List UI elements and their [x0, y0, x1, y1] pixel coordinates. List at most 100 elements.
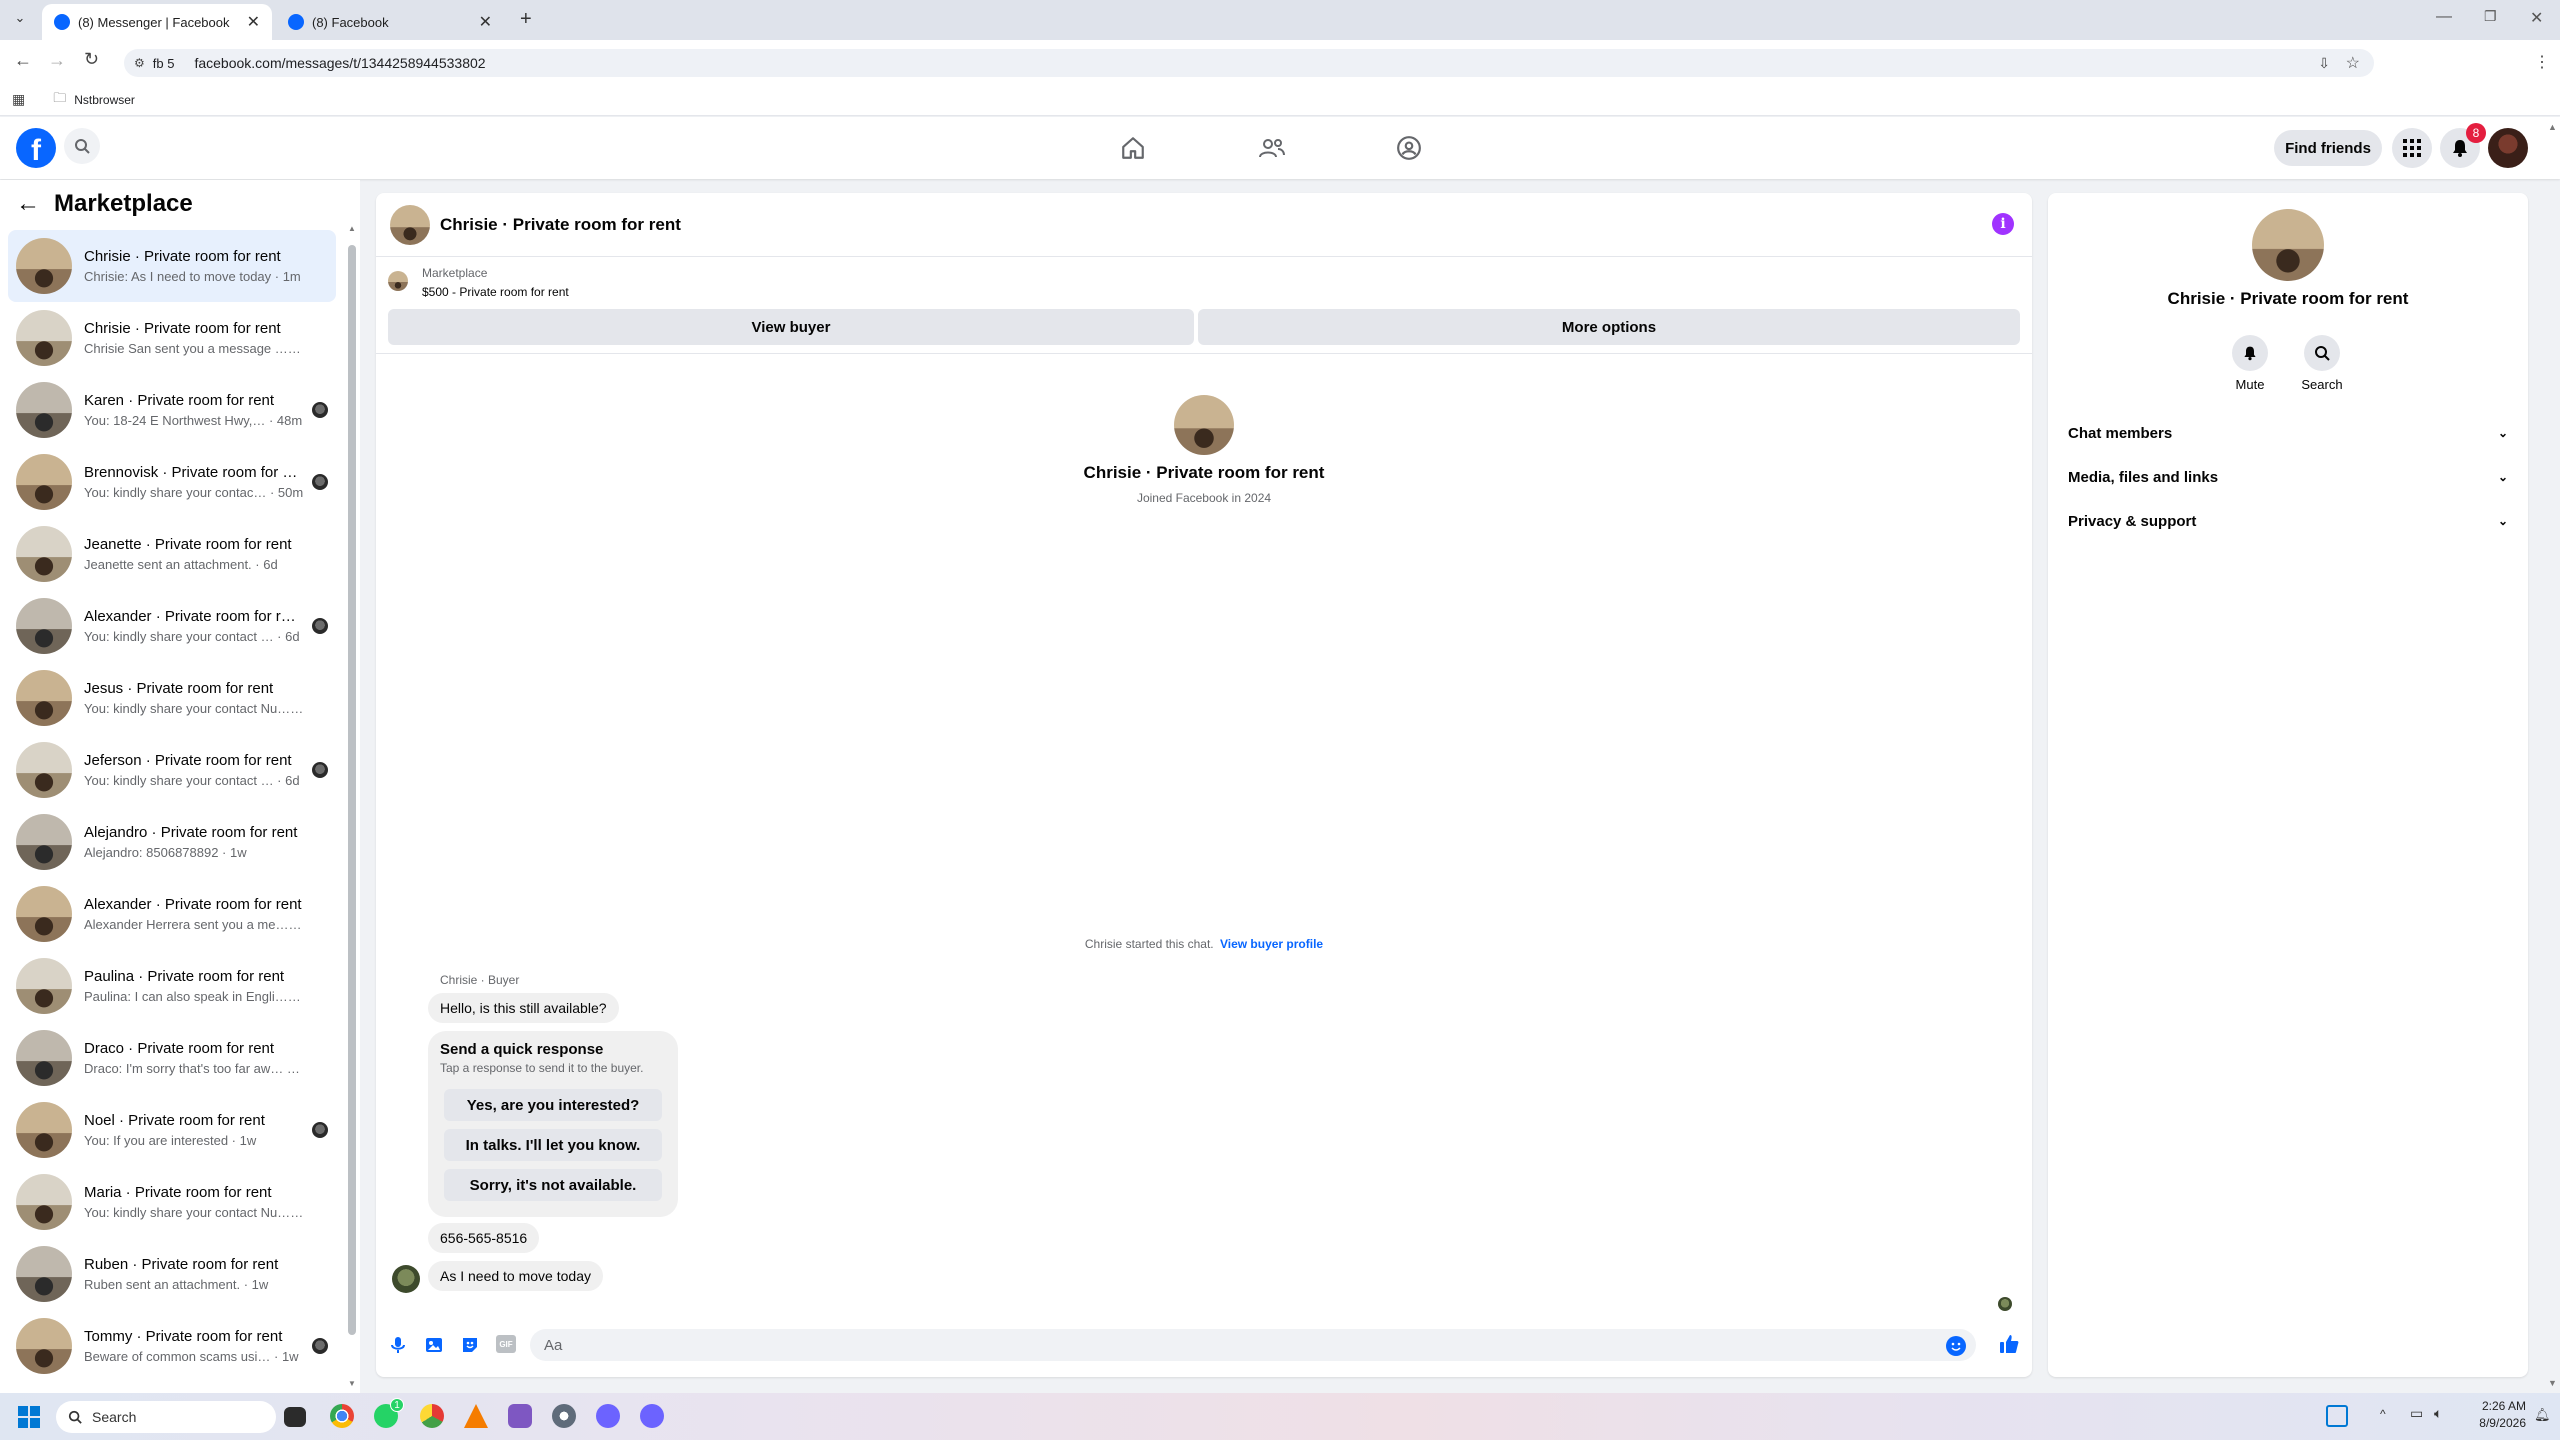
vlc-icon[interactable] — [464, 1404, 488, 1428]
new-tab-button[interactable]: + — [520, 8, 532, 31]
nstbrowser-icon[interactable] — [596, 1404, 620, 1428]
network-icon[interactable]: ▭ — [2410, 1405, 2423, 1422]
conversation-item[interactable]: Draco · Private room for rent Draco: I'm … — [8, 1022, 336, 1094]
sender-avatar[interactable] — [392, 1265, 420, 1293]
info-icon[interactable]: i — [1992, 213, 2014, 235]
quick-reply-button[interactable]: Yes, are you interested? — [444, 1089, 662, 1121]
window-close-button[interactable]: ✕ — [2530, 8, 2543, 28]
page-scroll-up-icon[interactable]: ▲ — [2548, 122, 2557, 132]
back-icon[interactable]: ← — [14, 50, 32, 71]
browser-menu-icon[interactable]: ⋮ — [2534, 52, 2550, 72]
conversation-item[interactable]: Chrisie · Private room for rent Chrisie S… — [8, 302, 336, 374]
conversation-item[interactable]: Tommy · Private room for rent Beware of c… — [8, 1310, 336, 1382]
quick-reply-button[interactable]: In talks. I'll let you know. — [444, 1129, 662, 1161]
search-conversation-icon[interactable] — [2304, 335, 2340, 371]
clock-date[interactable]: 8/9/2026 — [2466, 1416, 2526, 1430]
minimize-button[interactable]: — — [2436, 8, 2452, 26]
chrome-icon[interactable] — [330, 1404, 354, 1428]
mute-label[interactable]: Mute — [2220, 377, 2280, 392]
close-tab-icon[interactable]: ✕ — [247, 12, 260, 32]
microphone-icon[interactable] — [388, 1335, 408, 1360]
notification-center-icon[interactable]: 🔔︎ — [2534, 1407, 2551, 1423]
profile-avatar[interactable] — [1174, 395, 1234, 455]
nstbrowser-icon[interactable] — [640, 1404, 664, 1428]
clock-time[interactable]: 2:26 AM — [2466, 1399, 2526, 1413]
reload-icon[interactable]: ↻ — [84, 49, 99, 70]
sticker-icon[interactable] — [460, 1335, 480, 1360]
friends-icon[interactable] — [1258, 135, 1286, 166]
site-settings-icon[interactable]: ⚙ — [134, 56, 145, 70]
tab-list-dropdown-icon[interactable]: ⌄ — [8, 10, 32, 30]
bookmark-folder[interactable]: Nstbrowser — [74, 93, 135, 107]
conversation-item[interactable]: Chrisie · Private room for rent Chrisie: … — [8, 230, 336, 302]
conversation-item[interactable]: Brennovisk · Private room for … You: kind… — [8, 446, 336, 518]
conversation-item[interactable]: Alejandro · Private room for rent Alejand… — [8, 806, 336, 878]
listing-thumbnail[interactable] — [388, 271, 408, 291]
conversation-item[interactable]: Ruben · Private room for rent Ruben sent … — [8, 1238, 336, 1310]
volume-icon[interactable]: 🔈︎ — [2434, 1405, 2442, 1422]
menu-grid-icon[interactable] — [2392, 128, 2432, 168]
facebook-logo[interactable]: f — [16, 128, 56, 168]
groups-icon[interactable] — [1396, 135, 1422, 166]
search-icon[interactable] — [64, 128, 100, 164]
like-thumb-icon[interactable] — [1998, 1333, 2020, 1360]
mute-bell-icon[interactable] — [2232, 335, 2268, 371]
chat-members-section[interactable]: Chat members ⌄ — [2064, 411, 2512, 455]
media-files-links-section[interactable]: Media, files and links ⌄ — [2064, 455, 2512, 499]
info-panel-avatar[interactable] — [2252, 209, 2324, 281]
sidebar-scrollbar[interactable]: ▲ ▼ — [348, 224, 356, 1388]
chat-title[interactable]: Chrisie · Private room for rent — [440, 215, 681, 235]
conversation-item[interactable]: Noel · Private room for rent You: If you … — [8, 1094, 336, 1166]
taskbar-search-box[interactable]: Search — [56, 1401, 276, 1433]
restore-button[interactable]: ❐ — [2484, 8, 2497, 25]
photo-icon[interactable] — [424, 1335, 444, 1360]
conversation-item[interactable]: Alexander · Private room for r… You: kind… — [8, 590, 336, 662]
browser-app-icon[interactable] — [420, 1404, 444, 1428]
task-view-icon[interactable] — [284, 1407, 306, 1427]
privacy-support-section[interactable]: Privacy & support ⌄ — [2064, 499, 2512, 543]
scroll-up-arrow-icon[interactable]: ▲ — [348, 224, 356, 233]
forward-icon[interactable]: → — [48, 50, 66, 71]
account-avatar[interactable] — [2488, 128, 2528, 168]
home-icon[interactable] — [1120, 135, 1146, 166]
quick-reply-button[interactable]: Sorry, it's not available. — [444, 1169, 662, 1201]
close-tab-icon[interactable]: ✕ — [479, 12, 492, 32]
more-options-button[interactable]: More options — [1198, 309, 2020, 345]
emoji-icon[interactable] — [1946, 1336, 1966, 1356]
tray-chevron-up-icon[interactable]: ^ — [2380, 1407, 2386, 1421]
gif-icon[interactable]: GIF — [496, 1335, 516, 1353]
conversation-item[interactable]: Alexander · Private room for rent Alexand… — [8, 878, 336, 950]
profile-chip[interactable]: fb 5 — [153, 56, 175, 71]
settings-gear-icon[interactable] — [552, 1404, 576, 1428]
listing-name[interactable]: $500 - Private room for rent — [422, 285, 569, 299]
app-purple-icon[interactable] — [508, 1404, 532, 1428]
message-bubble[interactable]: Hello, is this still available? — [428, 993, 619, 1023]
page-scroll-down-icon[interactable]: ▼ — [2548, 1378, 2557, 1388]
view-buyer-profile-link[interactable]: View buyer profile — [1220, 937, 1323, 951]
windows-start-icon[interactable] — [18, 1406, 40, 1433]
scroll-down-arrow-icon[interactable]: ▼ — [348, 1379, 356, 1388]
back-arrow-icon[interactable]: ← — [16, 190, 40, 218]
conversation-item[interactable]: Jesus · Private room for rent You: kindly… — [8, 662, 336, 734]
find-friends-button[interactable]: Find friends — [2274, 130, 2382, 166]
message-bubble[interactable]: As I need to move today — [428, 1261, 603, 1291]
widgets-icon[interactable] — [2326, 1405, 2348, 1427]
bookmark-star-icon[interactable]: ☆ — [2346, 53, 2360, 73]
apps-grid-icon[interactable]: ▦ — [12, 91, 25, 108]
scrollbar-thumb[interactable] — [348, 245, 356, 1335]
conversation-item[interactable]: Jeanette · Private room for rent Jeanette… — [8, 518, 336, 590]
message-bubble[interactable]: 656-565-8516 — [428, 1223, 540, 1253]
install-app-icon[interactable]: ⇩ — [2318, 55, 2330, 72]
tab-messenger[interactable]: (8) Messenger | Facebook ✕ — [42, 4, 272, 40]
conversation-item[interactable]: Karen · Private room for rent You: 18-24 … — [8, 374, 336, 446]
message-input[interactable]: Aa — [530, 1329, 1976, 1361]
conversation-item[interactable]: Paulina · Private room for rent Paulina: … — [8, 950, 336, 1022]
search-label[interactable]: Search — [2292, 377, 2352, 392]
conversation-item[interactable]: Maria · Private room for rent You: kindly… — [8, 1166, 336, 1238]
url-text[interactable]: facebook.com/messages/t/1344258944533802 — [194, 55, 485, 71]
view-buyer-button[interactable]: View buyer — [388, 309, 1194, 345]
tab-facebook[interactable]: (8) Facebook ✕ — [276, 4, 504, 40]
url-bar[interactable]: ⚙ fb 5 facebook.com/messages/t/134425894… — [124, 49, 2374, 77]
chat-header-avatar[interactable] — [390, 205, 430, 245]
conversation-item[interactable]: Jeferson · Private room for rent You: kin… — [8, 734, 336, 806]
